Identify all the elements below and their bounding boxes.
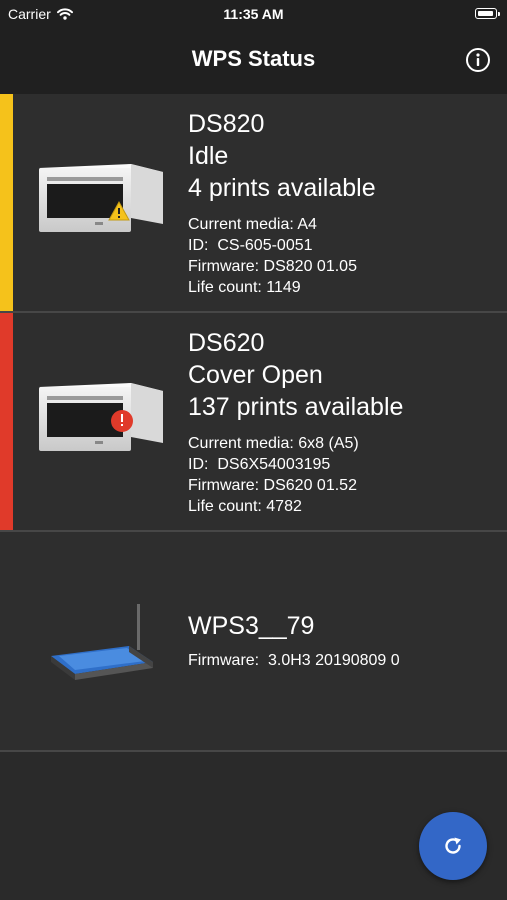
status-accent-bar [0, 313, 13, 530]
device-info: WPS3__79 Firmware: 3.0H3 20190809 0 [188, 610, 400, 671]
device-row-wps[interactable]: WPS3__79 Firmware: 3.0H3 20190809 0 [0, 532, 507, 752]
device-info: DS820 Idle 4 prints available Current me… [188, 108, 376, 298]
refresh-icon [445, 837, 461, 854]
firmware-version: Firmware: DS620 01.52 [188, 477, 357, 494]
current-media: Current media: A4 [188, 216, 317, 233]
device-status: Idle [188, 142, 229, 170]
prints-available: 137 prints available [188, 393, 404, 421]
device-id: ID: DS6X54003195 [188, 456, 331, 473]
printer-image [39, 383, 163, 451]
status-accent-bar [0, 94, 13, 311]
device-name: WPS3__79 [188, 612, 315, 640]
device-row-ds620[interactable]: DS620 Cover Open 137 prints available Cu… [0, 313, 507, 532]
device-name: DS820 [188, 110, 265, 138]
device-status: Cover Open [188, 361, 323, 389]
device-list: DS820 Idle 4 prints available Current me… [0, 94, 507, 752]
status-bar: Carrier 11:35 AM [0, 0, 507, 28]
device-info: DS620 Cover Open 137 prints available Cu… [188, 327, 403, 517]
device-row-ds820[interactable]: DS820 Idle 4 prints available Current me… [0, 94, 507, 313]
info-icon [466, 48, 490, 72]
navigation-bar: WPS Status [0, 28, 507, 94]
life-count: Life count: 1149 [188, 279, 301, 296]
printer-image [39, 164, 163, 232]
current-media: Current media: 6x8 (A5) [188, 435, 359, 452]
page-title: WPS Status [191, 46, 316, 71]
firmware-version: Firmware: 3.0H3 20190809 0 [188, 652, 400, 669]
prints-available: 4 prints available [188, 174, 376, 202]
info-button[interactable] [465, 47, 491, 73]
status-time: 11:35 AM [223, 6, 284, 22]
life-count: Life count: 4782 [188, 498, 302, 515]
device-id: ID: CS-605-0051 [188, 237, 313, 254]
battery-icon [475, 8, 500, 19]
wps-device-image [51, 604, 153, 680]
firmware-version: Firmware: DS820 01.05 [188, 258, 357, 275]
refresh-button[interactable] [419, 812, 487, 880]
device-name: DS620 [188, 329, 265, 357]
